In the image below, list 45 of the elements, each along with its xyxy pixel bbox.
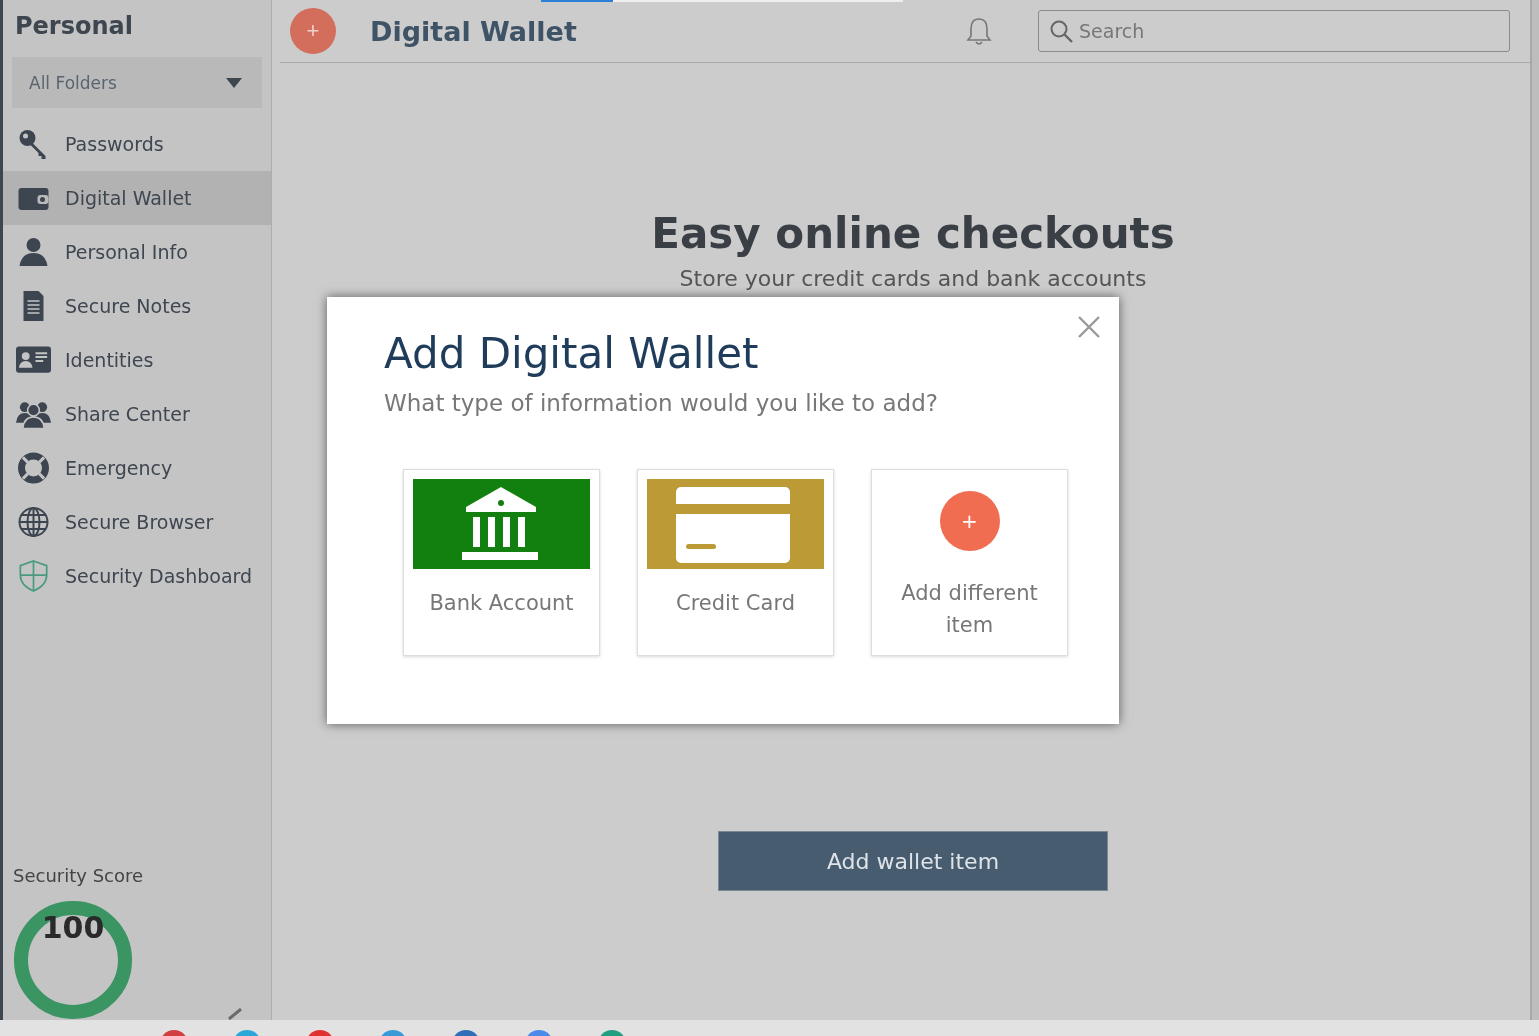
sidebar-item[interactable]: Passwords — [3, 117, 271, 171]
sidebar-item[interactable]: Identities — [3, 333, 271, 387]
add-wallet-item-button[interactable]: Add wallet item — [718, 831, 1108, 891]
sidebar-item[interactable]: Secure Notes — [3, 279, 271, 333]
sidebar-item-label: Identities — [65, 349, 154, 371]
security-score-label: Security Score — [13, 865, 145, 886]
shield-icon — [16, 560, 51, 592]
plus-icon: + — [939, 491, 1000, 551]
scrollbar[interactable] — [1530, 0, 1539, 1020]
folder-dropdown[interactable]: All Folders — [12, 57, 262, 108]
dialog-title: Add Digital Wallet — [384, 329, 760, 378]
option-card[interactable]: Credit Card — [637, 469, 834, 656]
page-title: Digital Wallet — [370, 15, 577, 47]
search-icon — [1049, 19, 1073, 43]
sidebar-item-label: Secure Notes — [65, 295, 192, 317]
sidebar-item[interactable]: Emergency — [3, 441, 271, 495]
chevron-icon[interactable] — [227, 1008, 243, 1020]
close-icon[interactable] — [1077, 315, 1101, 339]
empty-state-subheading: Store your credit cards and bank accounts — [679, 266, 1147, 291]
sidebar-item-label: Secure Browser — [65, 511, 214, 533]
option-card[interactable]: + Add different item — [871, 469, 1068, 656]
sidebar-item-label: Passwords — [65, 133, 164, 155]
sidebar-item[interactable]: Digital Wallet — [3, 171, 271, 225]
bell-icon[interactable] — [966, 16, 992, 46]
search-field[interactable]: Search — [1038, 10, 1510, 52]
security-score-value: 100 — [40, 910, 106, 945]
id-card-icon — [16, 344, 51, 376]
sidebar-item-label: Digital Wallet — [65, 187, 192, 209]
sidebar-item-label: Security Dashboard — [65, 565, 253, 587]
dialog-prompt: What type of information would you like to add? — [384, 390, 939, 416]
bank-icon — [413, 479, 590, 569]
sidebar-item-label: Emergency — [65, 457, 173, 479]
sidebar-item-label: Personal Info — [65, 241, 188, 263]
caret-icon — [226, 77, 242, 88]
sidebar-item[interactable]: Security Dashboard — [3, 549, 271, 603]
sidebar-item[interactable]: Secure Browser — [3, 495, 271, 549]
globe-icon — [16, 506, 51, 538]
empty-state-heading: Easy online checkouts — [651, 209, 1175, 258]
sidebar-title: Personal — [15, 12, 134, 42]
sidebar-item-label: Share Center — [65, 403, 190, 425]
lifebuoy-icon — [16, 452, 51, 484]
sidebar-item[interactable]: Share Center — [3, 387, 271, 441]
option-card[interactable]: Bank Account — [403, 469, 600, 656]
credit-card-icon — [647, 479, 824, 569]
sidebar-item[interactable]: Personal Info — [3, 225, 271, 279]
